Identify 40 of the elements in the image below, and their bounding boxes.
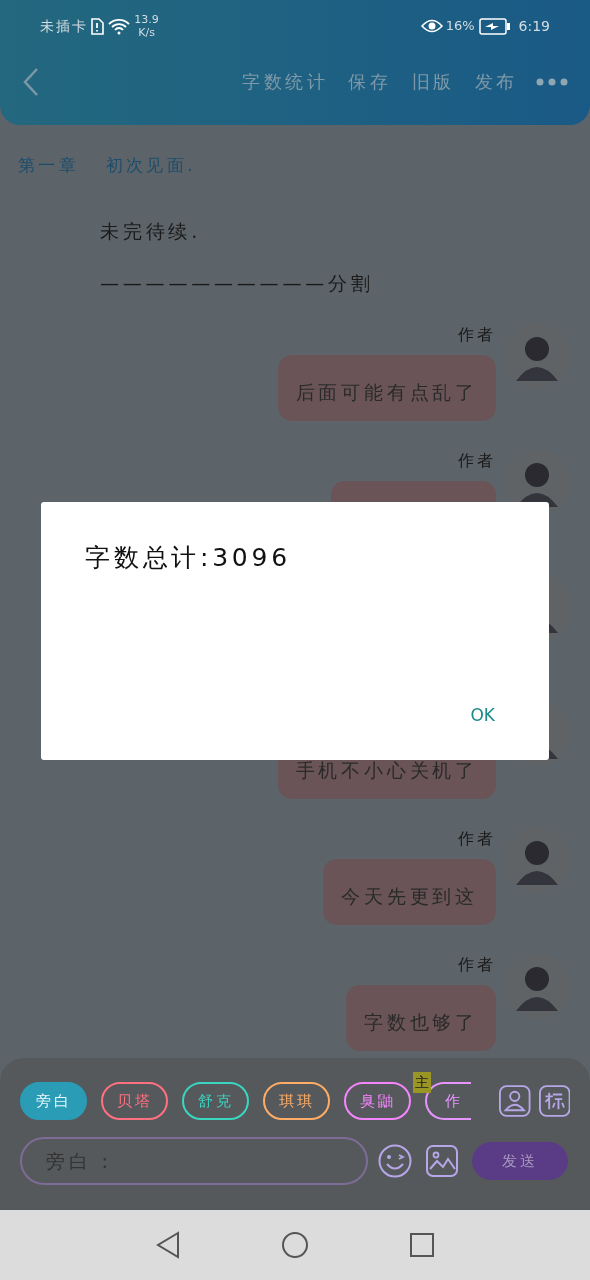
wifi-icon <box>108 17 131 35</box>
author-name: 作者 <box>457 324 496 346</box>
role-chip[interactable]: 琪琪 <box>263 1082 330 1120</box>
story-paragraph: ——————————分割 <box>100 272 375 294</box>
chapter-title: 第一章 初次见面. <box>18 155 197 175</box>
sim-icon <box>90 17 105 35</box>
toolbar-action[interactable]: 旧版 <box>411 68 455 95</box>
recent-apps-icon[interactable] <box>409 1232 435 1258</box>
image-icon[interactable] <box>426 1145 458 1177</box>
story-paragraph: 未完待续. <box>100 220 203 242</box>
author-name: 作者 <box>457 954 496 976</box>
message-bubble: 今天先更到这 <box>323 859 496 925</box>
clock-time: 6:19 <box>518 16 550 36</box>
user-icon[interactable] <box>499 1084 531 1118</box>
toolbar-action[interactable]: 发布 <box>474 68 518 95</box>
message-bubble: 后面可能有点乱了 <box>277 355 496 421</box>
toolbar-action[interactable]: 字数统计 <box>242 68 329 95</box>
eye-icon <box>420 19 443 33</box>
main-role-badge: 主 <box>413 1072 431 1093</box>
author-name: 作者 <box>457 450 496 472</box>
speed-value: 13.9 <box>134 13 159 26</box>
message-bubble: 字数也够了 <box>346 985 496 1051</box>
back-icon[interactable] <box>155 1231 181 1259</box>
send-button[interactable]: 发送 <box>472 1142 568 1180</box>
emoji-icon[interactable] <box>378 1144 412 1178</box>
toolbar-action[interactable]: 保存 <box>348 68 392 95</box>
more-icon[interactable] <box>536 77 568 86</box>
role-chip[interactable]: 舒克 <box>182 1082 249 1120</box>
speed-unit: K/s <box>138 26 155 39</box>
role-chip[interactable]: 旁白 <box>20 1082 87 1120</box>
ok-button[interactable]: OK <box>464 700 501 730</box>
battery-percent: 16% <box>445 17 475 36</box>
dialog-message: 字数总计:3096 <box>85 542 292 574</box>
home-icon[interactable] <box>281 1231 309 1259</box>
role-chip[interactable]: 贝塔 <box>101 1082 168 1120</box>
carrier-text: 未插卡 <box>40 16 89 36</box>
role-chip[interactable]: 臭鼬 <box>344 1082 411 1120</box>
battery-charging-icon <box>478 17 511 35</box>
tag-icon[interactable] <box>538 1084 570 1118</box>
author-name: 作者 <box>457 828 496 850</box>
